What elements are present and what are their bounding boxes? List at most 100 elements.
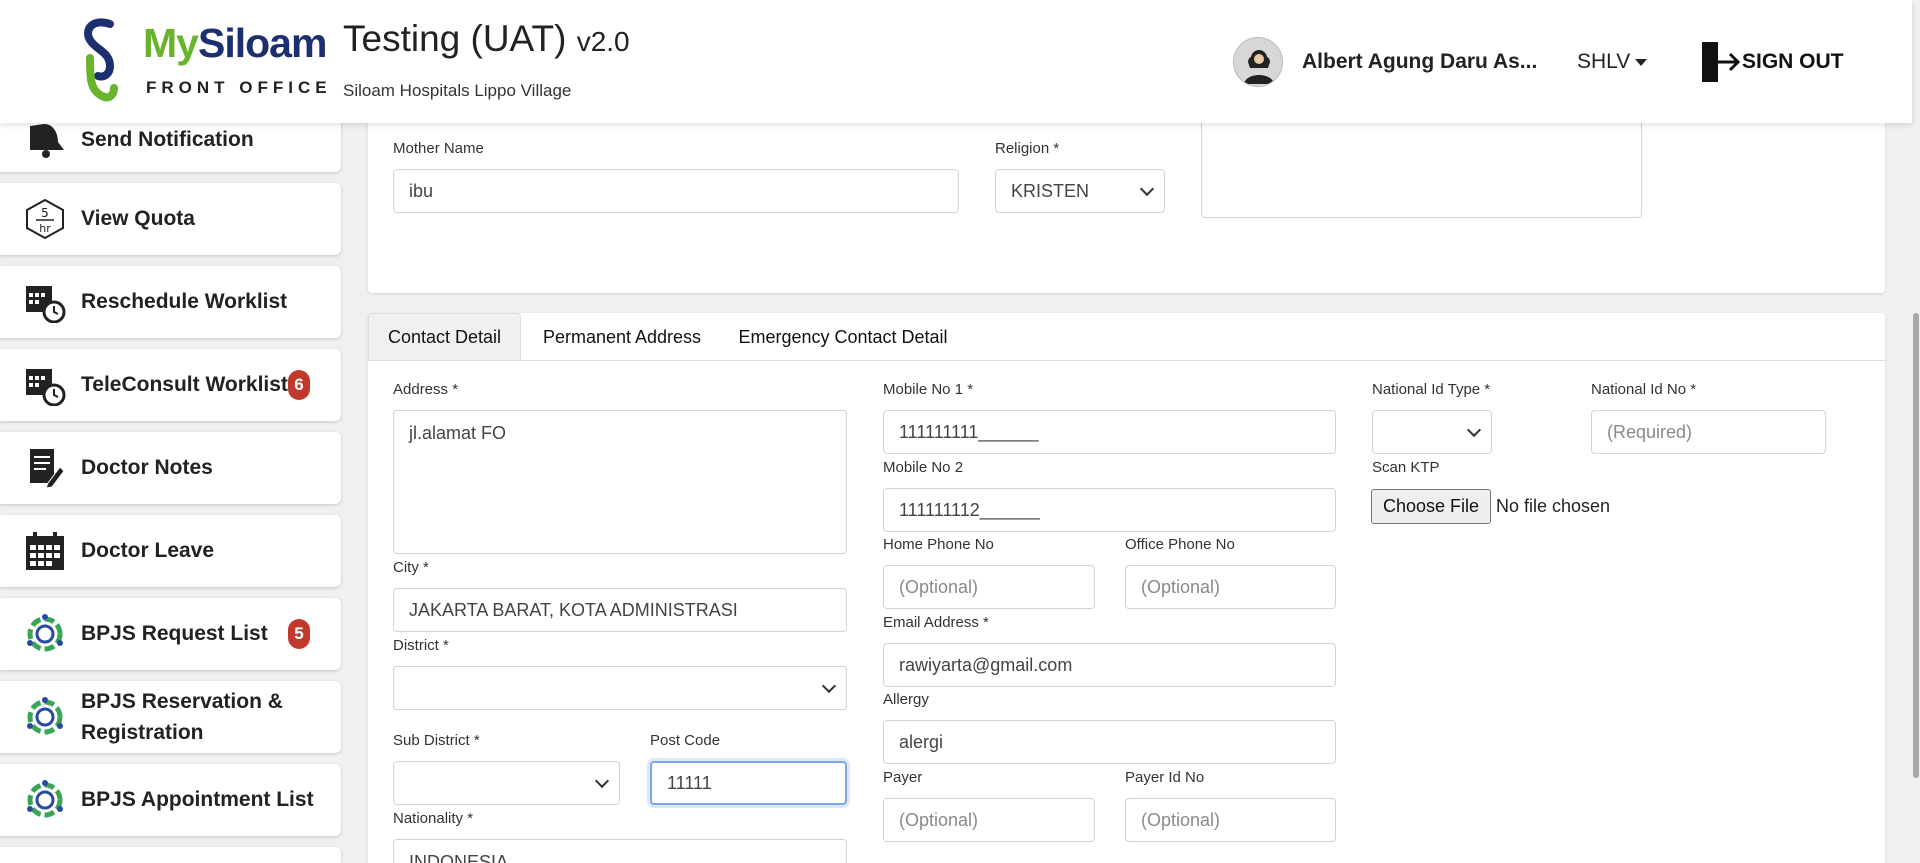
email-input[interactable]: rawiyarta@gmail.com <box>883 643 1336 687</box>
allergy-label: Allergy <box>883 691 929 708</box>
notes-icon <box>24 447 66 489</box>
sidebar-item-label: Doctor Leave <box>81 539 215 562</box>
user-avatar-icon <box>1244 50 1274 84</box>
page-scrollbar-thumb[interactable] <box>1913 313 1919 778</box>
nationality-label: Nationality * <box>393 810 474 827</box>
calendar-clock-icon <box>24 281 66 323</box>
avatar[interactable] <box>1233 37 1283 87</box>
tab-emergency-contact-detail[interactable]: Emergency Contact Detail <box>723 313 963 361</box>
address-textarea[interactable]: jl.alamat FO <box>393 410 847 554</box>
chevron-down-icon <box>594 773 610 789</box>
hospital-code-label: SHLV <box>1577 50 1631 73</box>
sidebar-item-bpjs-appointment-list[interactable]: BPJS Appointment List <box>0 764 341 836</box>
city-label: City * <box>393 559 429 576</box>
sidebar-item-doctor-leave[interactable]: Doctor Leave <box>0 515 341 587</box>
signout-label: SIGN OUT <box>1742 50 1844 73</box>
sidebar-item-label: BPJS Appointment List <box>81 788 314 811</box>
bpjs-request-count-badge: 5 <box>288 619 310 649</box>
hospital-name: Siloam Hospitals Lippo Village <box>343 81 572 100</box>
sidebar-item-label: Send Notification <box>81 128 254 151</box>
user-name[interactable]: Albert Agung Daru As... <box>1302 50 1537 74</box>
chevron-down-icon <box>1466 422 1482 438</box>
payer-input[interactable]: (Optional) <box>883 798 1095 842</box>
sidebar-item-label: BPJS Reservation & <box>81 690 283 713</box>
religion-label: Religion * <box>995 140 1060 157</box>
brand-logo: MySiloam <box>143 20 327 67</box>
app-version: v2.0 <box>576 26 630 57</box>
postcode-label: Post Code <box>650 732 721 749</box>
app-title-text: Testing (UAT) <box>343 18 567 59</box>
mobile2-input[interactable]: 111111112______ <box>883 488 1336 532</box>
payer-label: Payer <box>883 769 923 786</box>
bpjs-icon <box>24 779 66 821</box>
choose-file-button[interactable]: Choose File <box>1371 489 1491 524</box>
sidebar-item-reschedule-worklist[interactable]: Reschedule Worklist <box>0 266 341 338</box>
tab-permanent-address[interactable]: Permanent Address <box>521 313 723 361</box>
sidebar-item-label-line2: Registration <box>81 721 204 744</box>
tab-divider <box>368 360 1885 361</box>
sidebar-item-label: Reschedule Worklist <box>81 290 288 313</box>
sidebar-item-bpjs-request-list[interactable]: BPJS Request List 5 <box>0 598 341 670</box>
quota-icon: 5 hr <box>24 198 66 240</box>
bpjs-icon <box>24 696 66 738</box>
subdistrict-select[interactable] <box>393 761 620 805</box>
sidebar-item-doctor-notes[interactable]: Doctor Notes <box>0 432 341 504</box>
sidebar-item-label: BPJS Request List <box>81 622 268 645</box>
caret-down-icon <box>1635 58 1648 66</box>
sidebar-item-label: View Quota <box>81 207 195 230</box>
nationality-input[interactable]: INDONESIA <box>393 839 847 863</box>
brand-my: My <box>143 20 199 66</box>
hospital-code-dropdown[interactable]: SHLV <box>1577 50 1648 74</box>
subdistrict-label: Sub District * <box>393 732 480 749</box>
office-phone-label: Office Phone No <box>1125 536 1235 553</box>
quota-icon-unit: hr <box>39 222 51 235</box>
national-id-type-label: National Id Type * <box>1372 381 1491 398</box>
district-label: District * <box>393 637 449 654</box>
signout-button[interactable]: SIGN OUT <box>1702 42 1844 82</box>
sidebar: Send Notification 5 hr View Quota Resche… <box>0 100 345 863</box>
bell-icon <box>24 120 66 162</box>
file-status-text: No file chosen <box>1496 496 1611 516</box>
sidebar-item-view-quota[interactable]: 5 hr View Quota <box>0 183 341 255</box>
mother-name-input[interactable]: ibu <box>393 169 959 213</box>
teleconsult-count-badge: 6 <box>288 370 310 400</box>
chevron-down-icon <box>821 678 837 694</box>
bpjs-icon <box>24 613 66 655</box>
mobile1-label: Mobile No 1 * <box>883 381 974 398</box>
siloam-logo-icon <box>84 18 118 102</box>
brand-subtitle: FRONT OFFICE <box>146 78 332 97</box>
religion-select[interactable]: KRISTEN <box>995 169 1165 213</box>
app-title: Testing (UAT) v2.0 <box>343 18 630 60</box>
calendar-icon <box>24 530 66 572</box>
chevron-down-icon <box>1139 181 1155 197</box>
national-id-type-select[interactable] <box>1372 410 1492 454</box>
office-phone-input[interactable]: (Optional) <box>1125 565 1336 609</box>
scan-ktp-label: Scan KTP <box>1372 459 1440 476</box>
sidebar-item-label: Doctor Notes <box>81 456 213 479</box>
signout-icon <box>1702 42 1741 82</box>
tab-contact-detail[interactable]: Contact Detail <box>368 313 521 361</box>
mobile2-label: Mobile No 2 <box>883 459 964 476</box>
city-input[interactable]: JAKARTA BARAT, KOTA ADMINISTRASI <box>393 588 847 632</box>
national-id-no-input[interactable]: (Required) <box>1591 410 1826 454</box>
mother-name-label: Mother Name <box>393 140 484 157</box>
quota-icon-number: 5 <box>41 206 49 220</box>
district-select[interactable] <box>393 666 847 710</box>
mobile1-input[interactable]: 111111111______ <box>883 410 1336 454</box>
religion-value: KRISTEN <box>1011 180 1090 201</box>
sidebar-item-bpjs-reservation-registration[interactable]: BPJS Reservation & Registration <box>0 681 341 753</box>
sidebar-item-next[interactable] <box>0 847 341 863</box>
address-label: Address * <box>393 381 459 398</box>
sidebar-item-label: TeleConsult Worklist <box>81 373 288 396</box>
postcode-input[interactable]: 11111 <box>650 761 847 805</box>
sidebar-item-teleconsult-worklist[interactable]: TeleConsult Worklist 6 <box>0 349 341 421</box>
allergy-input[interactable]: alergi <box>883 720 1336 764</box>
calendar-clock-icon <box>24 364 66 406</box>
brand-siloam: Siloam <box>197 20 327 66</box>
notes-textarea[interactable] <box>1201 118 1642 218</box>
home-phone-label: Home Phone No <box>883 536 994 553</box>
home-phone-input[interactable]: (Optional) <box>883 565 1095 609</box>
app-header: MySiloam FRONT OFFICE Testing (UAT) v2.0… <box>0 0 1912 123</box>
email-label: Email Address * <box>883 614 989 631</box>
payer-id-input[interactable]: (Optional) <box>1125 798 1336 842</box>
